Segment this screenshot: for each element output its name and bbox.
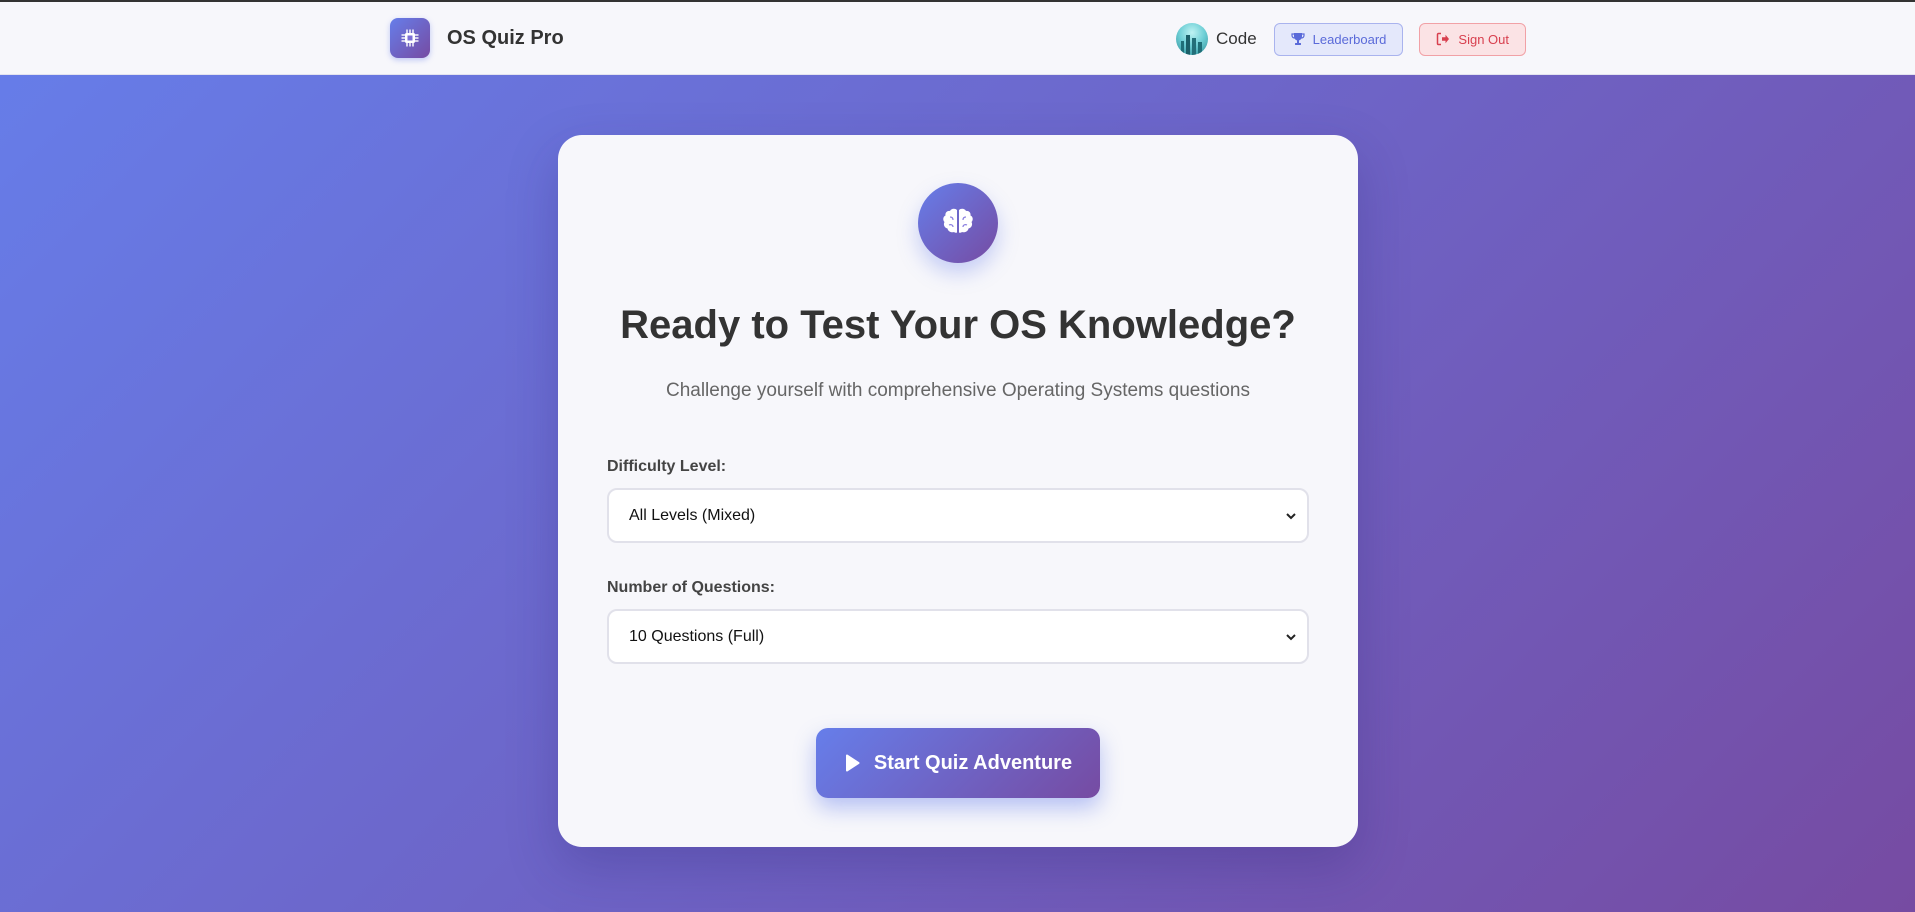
username: Code bbox=[1216, 29, 1257, 48]
difficulty-select[interactable]: All Levels (Mixed) bbox=[607, 488, 1309, 543]
questions-select[interactable]: 10 Questions (Full) bbox=[607, 609, 1309, 664]
trophy-icon bbox=[1291, 33, 1305, 45]
leaderboard-button[interactable]: Leaderboard bbox=[1273, 22, 1404, 56]
difficulty-label: Difficulty Level: bbox=[607, 458, 727, 475]
difficulty-value: All Levels (Mixed) bbox=[629, 506, 756, 524]
navbar: OS Quiz Pro Code Leaderboard Sign Out bbox=[0, 2, 1915, 75]
brand-title: OS Quiz Pro bbox=[447, 26, 564, 49]
chevron-down-icon bbox=[1286, 633, 1296, 640]
sign-out-icon bbox=[1437, 32, 1450, 46]
leaderboard-label: Leaderboard bbox=[1312, 31, 1387, 47]
page-subtitle: Challenge yourself with comprehensive Op… bbox=[665, 380, 1251, 401]
start-quiz-button[interactable]: Start Quiz Adventure bbox=[816, 728, 1100, 798]
start-quiz-label: Start Quiz Adventure bbox=[873, 751, 1073, 774]
user-profile[interactable]: Code bbox=[1176, 23, 1257, 55]
sign-out-label: Sign Out bbox=[1458, 31, 1509, 47]
play-icon bbox=[845, 754, 860, 772]
sign-out-button[interactable]: Sign Out bbox=[1419, 22, 1526, 56]
brand[interactable]: OS Quiz Pro bbox=[390, 18, 564, 58]
brain-icon bbox=[918, 183, 998, 263]
page-title: Ready to Test Your OS Knowledge? bbox=[620, 303, 1296, 347]
questions-label: Number of Questions: bbox=[607, 579, 776, 596]
cpu-chip-icon bbox=[390, 18, 430, 58]
nav-actions: Code Leaderboard Sign Out bbox=[1176, 22, 1526, 56]
chevron-down-icon bbox=[1286, 512, 1296, 519]
avatar bbox=[1176, 23, 1209, 55]
quiz-setup-card: Ready to Test Your OS Knowledge? Challen… bbox=[558, 135, 1358, 847]
questions-value: 10 Questions (Full) bbox=[629, 627, 765, 645]
